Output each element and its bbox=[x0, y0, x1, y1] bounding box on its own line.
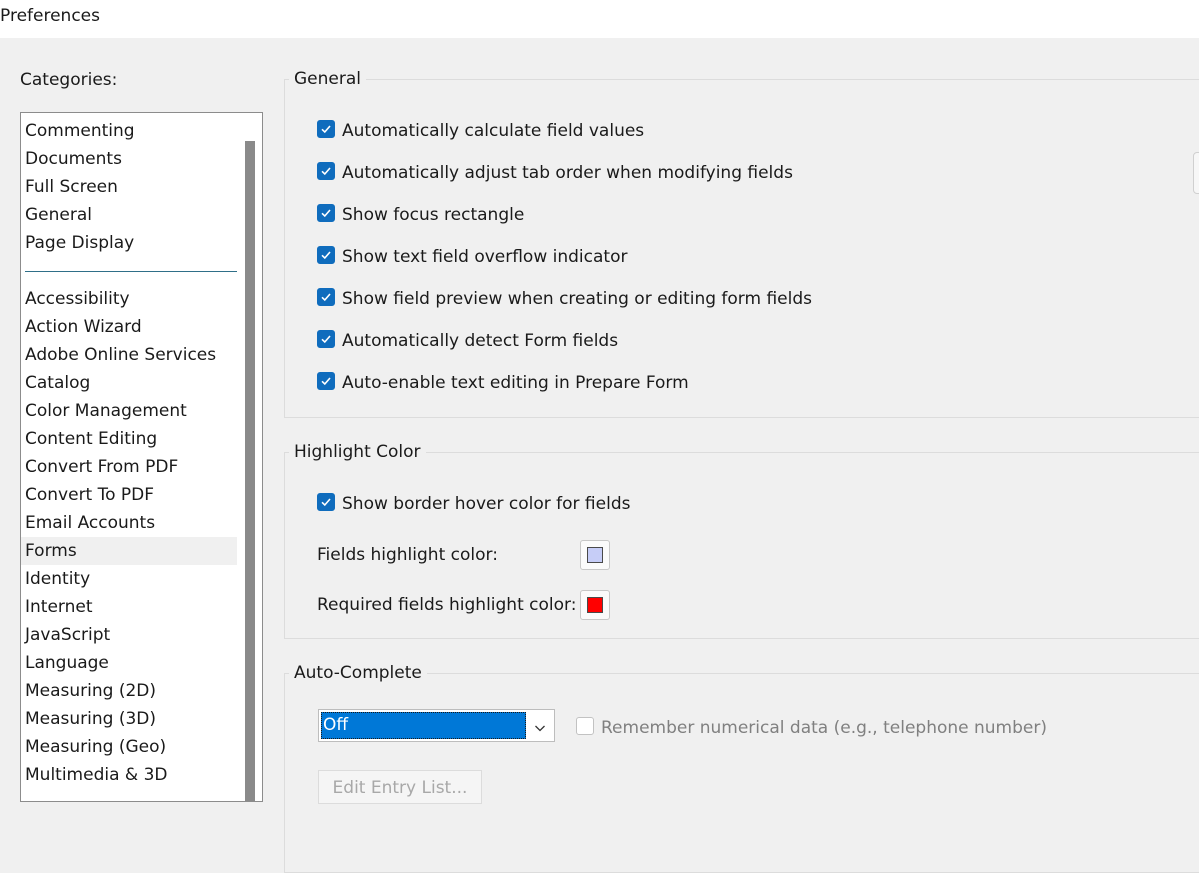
category-item-measuring-geo[interactable]: Measuring (Geo) bbox=[21, 733, 237, 761]
checkbox-checked-icon[interactable] bbox=[317, 288, 335, 306]
highlight-color-group: Highlight Color Show border hover color … bbox=[284, 441, 1199, 639]
categories-scrollbar[interactable] bbox=[238, 113, 262, 801]
option-label: Auto-enable text editing in Prepare Form bbox=[342, 373, 689, 393]
fields-highlight-color-button[interactable] bbox=[580, 540, 610, 570]
category-item-measuring-2d[interactable]: Measuring (2D) bbox=[21, 677, 237, 705]
option-field-preview[interactable]: Show field preview when creating or edit… bbox=[317, 287, 812, 311]
category-item-content-editing[interactable]: Content Editing bbox=[21, 425, 237, 453]
option-label: Show text field overflow indicator bbox=[342, 247, 628, 267]
category-item-adobe-online-services[interactable]: Adobe Online Services bbox=[21, 341, 237, 369]
category-item-page-display[interactable]: Page Display bbox=[21, 229, 237, 257]
auto-complete-select[interactable]: Off bbox=[318, 709, 555, 742]
scrollbar-thumb[interactable] bbox=[245, 141, 255, 801]
title-bar: Preferences bbox=[0, 0, 1199, 38]
category-item-color-management[interactable]: Color Management bbox=[21, 397, 237, 425]
side-panel-handle[interactable] bbox=[1193, 152, 1199, 194]
option-label: Remember numerical data (e.g., telephone… bbox=[601, 718, 1047, 738]
option-overflow-indicator[interactable]: Show text field overflow indicator bbox=[317, 245, 627, 269]
required-highlight-color-button[interactable] bbox=[580, 590, 610, 620]
option-show-focus-rectangle[interactable]: Show focus rectangle bbox=[317, 203, 524, 227]
category-item-forms[interactable]: Forms bbox=[21, 537, 237, 565]
option-auto-calculate[interactable]: Automatically calculate field values bbox=[317, 119, 644, 143]
category-item-measuring-3d[interactable]: Measuring (3D) bbox=[21, 705, 237, 733]
category-item-identity[interactable]: Identity bbox=[21, 565, 237, 593]
category-item-convert-from-pdf[interactable]: Convert From PDF bbox=[21, 453, 237, 481]
category-separator bbox=[21, 257, 237, 285]
checkbox-checked-icon[interactable] bbox=[317, 246, 335, 264]
category-item-email-accounts[interactable]: Email Accounts bbox=[21, 509, 237, 537]
category-item-javascript[interactable]: JavaScript bbox=[21, 621, 237, 649]
option-label: Show border hover color for fields bbox=[342, 494, 631, 514]
required-color-swatch bbox=[587, 597, 603, 613]
option-label: Show field preview when creating or edit… bbox=[342, 289, 812, 309]
option-label: Show focus rectangle bbox=[342, 205, 525, 225]
general-group-title: General bbox=[289, 68, 366, 90]
category-item-convert-to-pdf[interactable]: Convert To PDF bbox=[21, 481, 237, 509]
checkbox-checked-icon[interactable] bbox=[317, 162, 335, 180]
category-item-documents[interactable]: Documents bbox=[21, 145, 237, 173]
checkbox-checked-icon[interactable] bbox=[317, 120, 335, 138]
category-item-internet[interactable]: Internet bbox=[21, 593, 237, 621]
option-auto-enable-text-editing[interactable]: Auto-enable text editing in Prepare Form bbox=[317, 371, 689, 395]
fields-highlight-color-label: Fields highlight color: bbox=[317, 545, 498, 565]
category-item-commenting[interactable]: Commenting bbox=[21, 117, 237, 145]
option-show-border-hover[interactable]: Show border hover color for fields bbox=[317, 492, 630, 516]
edit-entry-list-button[interactable]: Edit Entry List... bbox=[318, 770, 482, 804]
checkbox-checked-icon[interactable] bbox=[317, 372, 335, 390]
required-highlight-color-label: Required fields highlight color: bbox=[317, 595, 577, 615]
auto-complete-group-title: Auto-Complete bbox=[289, 662, 427, 684]
highlight-group-title: Highlight Color bbox=[289, 441, 426, 463]
checkbox-unchecked-icon[interactable] bbox=[576, 717, 594, 735]
fields-color-swatch bbox=[587, 547, 603, 563]
checkbox-checked-icon[interactable] bbox=[317, 204, 335, 222]
category-item-accessibility[interactable]: Accessibility bbox=[21, 285, 237, 313]
category-item-full-screen[interactable]: Full Screen bbox=[21, 173, 237, 201]
category-item-action-wizard[interactable]: Action Wizard bbox=[21, 313, 237, 341]
category-item-general[interactable]: General bbox=[21, 201, 237, 229]
category-item-multimedia-3d[interactable]: Multimedia & 3D bbox=[21, 761, 237, 789]
categories-label: Categories: bbox=[20, 70, 118, 90]
option-adjust-tab-order[interactable]: Automatically adjust tab order when modi… bbox=[317, 161, 793, 185]
checkbox-checked-icon[interactable] bbox=[317, 493, 335, 511]
category-item-language[interactable]: Language bbox=[21, 649, 237, 677]
category-item-catalog[interactable]: Catalog bbox=[21, 369, 237, 397]
option-label: Automatically adjust tab order when modi… bbox=[342, 163, 793, 183]
window-title: Preferences bbox=[0, 6, 100, 26]
checkbox-checked-icon[interactable] bbox=[317, 330, 335, 348]
general-group: General Automatically calculate field va… bbox=[284, 68, 1199, 418]
option-label: Automatically detect Form fields bbox=[342, 331, 619, 351]
option-remember-numerical[interactable]: Remember numerical data (e.g., telephone… bbox=[576, 716, 1047, 740]
chevron-down-icon bbox=[534, 719, 546, 739]
categories-list[interactable]: Commenting Documents Full Screen General… bbox=[20, 112, 263, 802]
option-label: Automatically calculate field values bbox=[342, 121, 645, 141]
option-detect-form-fields[interactable]: Automatically detect Form fields bbox=[317, 329, 618, 353]
auto-complete-selected-value: Off bbox=[321, 712, 526, 739]
